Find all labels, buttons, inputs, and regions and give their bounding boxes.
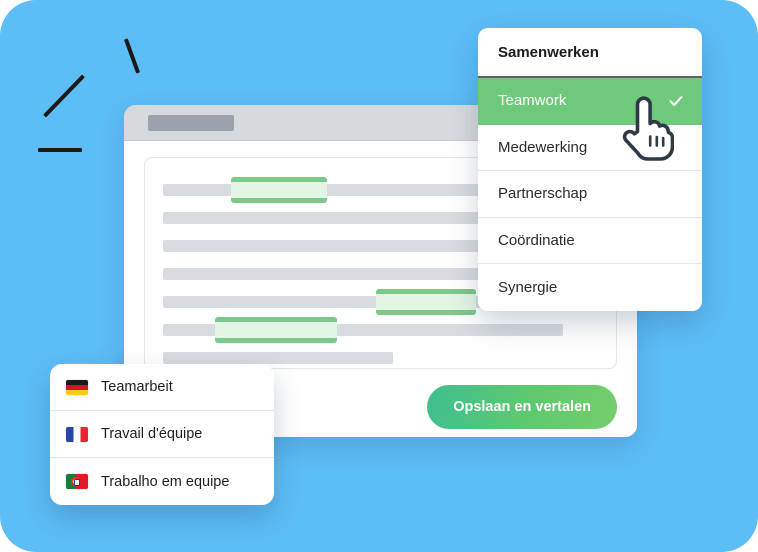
flag-portugal-icon <box>66 474 88 489</box>
save-and-translate-button[interactable]: Opslaan en vertalen <box>427 385 617 429</box>
term-option-teamwork[interactable]: Teamwork <box>478 78 702 125</box>
document-text-row <box>163 316 598 344</box>
flag-france-icon <box>66 426 88 442</box>
text-placeholder-bar <box>163 352 393 364</box>
highlighted-term[interactable] <box>231 177 327 203</box>
highlighted-term[interactable] <box>215 317 337 343</box>
language-row-label: Teamarbeit <box>101 379 173 395</box>
translation-language-popup: Teamarbeit Travail d'équipe Trabalho em eq… <box>50 364 274 505</box>
language-row-label: Travail d'équipe <box>101 426 203 442</box>
term-option-cordinatie[interactable]: Coördinatie <box>478 217 702 264</box>
term-option-medewerking[interactable]: Medewerking <box>478 124 702 171</box>
term-option-label: Teamwork <box>498 92 567 110</box>
check-icon <box>669 95 683 106</box>
spark-line-2-icon <box>43 74 85 118</box>
portugal-emblem-icon <box>71 477 81 486</box>
language-row-label: Trabalho em equipe <box>101 473 230 490</box>
term-option-synergie[interactable]: Synergie <box>478 264 702 311</box>
language-row-germany[interactable]: Teamarbeit <box>50 364 274 411</box>
language-row-france[interactable]: Travail d'équipe <box>50 411 274 458</box>
illustration-canvas: Opslaan en vertalen Samenwerken Teamwork… <box>0 0 758 552</box>
term-suggestion-dropdown: Samenwerken Teamwork Medewerking Partnersc… <box>478 28 702 311</box>
spark-line-1-icon <box>123 38 141 74</box>
term-option-list: Teamwork Medewerking Partnerschap Coördinat… <box>478 78 702 311</box>
term-option-label: Medewerking <box>498 138 588 156</box>
term-option-label: Synergie <box>498 278 558 296</box>
document-title-placeholder <box>148 114 234 131</box>
language-row-portugal[interactable]: Trabalho em equipe <box>50 458 274 505</box>
term-option-partnerschap[interactable]: Partnerschap <box>478 171 702 218</box>
term-option-label: Partnerschap <box>498 185 588 203</box>
term-dropdown-header: Samenwerken <box>478 28 702 78</box>
flag-germany-icon <box>66 379 88 395</box>
term-option-label: Coördinatie <box>498 231 575 249</box>
spark-line-3-icon <box>38 148 82 152</box>
highlighted-term[interactable] <box>376 289 476 315</box>
